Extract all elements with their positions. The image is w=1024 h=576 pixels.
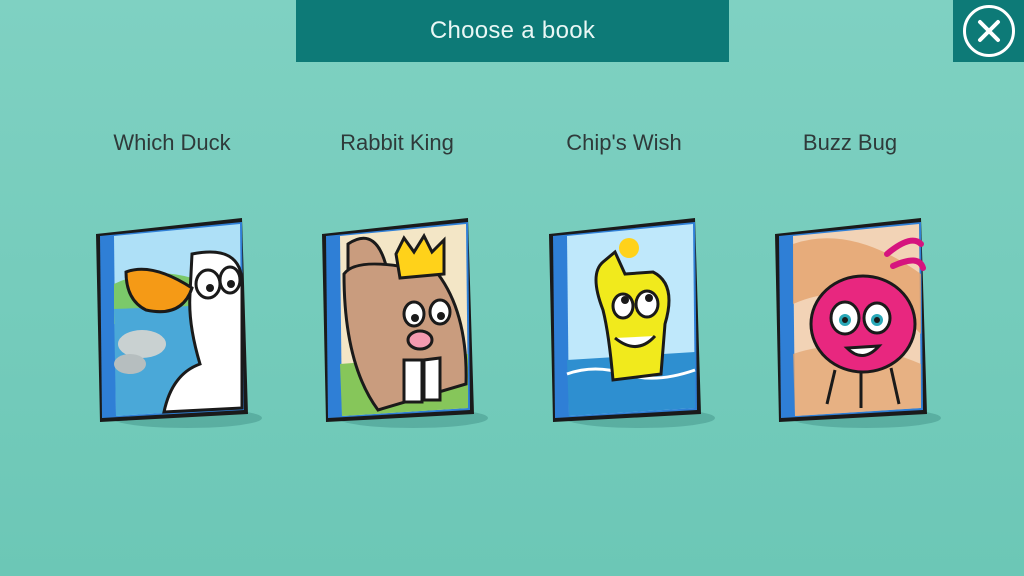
- book-title-buzz-bug[interactable]: Buzz Bug: [755, 130, 945, 156]
- duck-cover-icon: [96, 218, 262, 428]
- book-buzz-bug[interactable]: [771, 214, 941, 436]
- book-title-which-duck[interactable]: Which Duck: [77, 130, 267, 156]
- book-title-chips-wish[interactable]: Chip's Wish: [529, 130, 719, 156]
- book-title-rabbit-king[interactable]: Rabbit King: [302, 130, 492, 156]
- rabbit-cover-icon: [322, 218, 488, 428]
- close-icon: [962, 5, 1015, 57]
- chip-cover-icon: [549, 218, 715, 428]
- book-rabbit-king[interactable]: [318, 214, 488, 436]
- close-button[interactable]: [953, 0, 1024, 62]
- page-title-bar: Choose a book: [296, 0, 729, 62]
- page-title: Choose a book: [429, 17, 596, 44]
- book-chips-wish[interactable]: [545, 214, 715, 436]
- book-which-duck[interactable]: [92, 214, 262, 436]
- bug-cover-icon: [775, 218, 941, 428]
